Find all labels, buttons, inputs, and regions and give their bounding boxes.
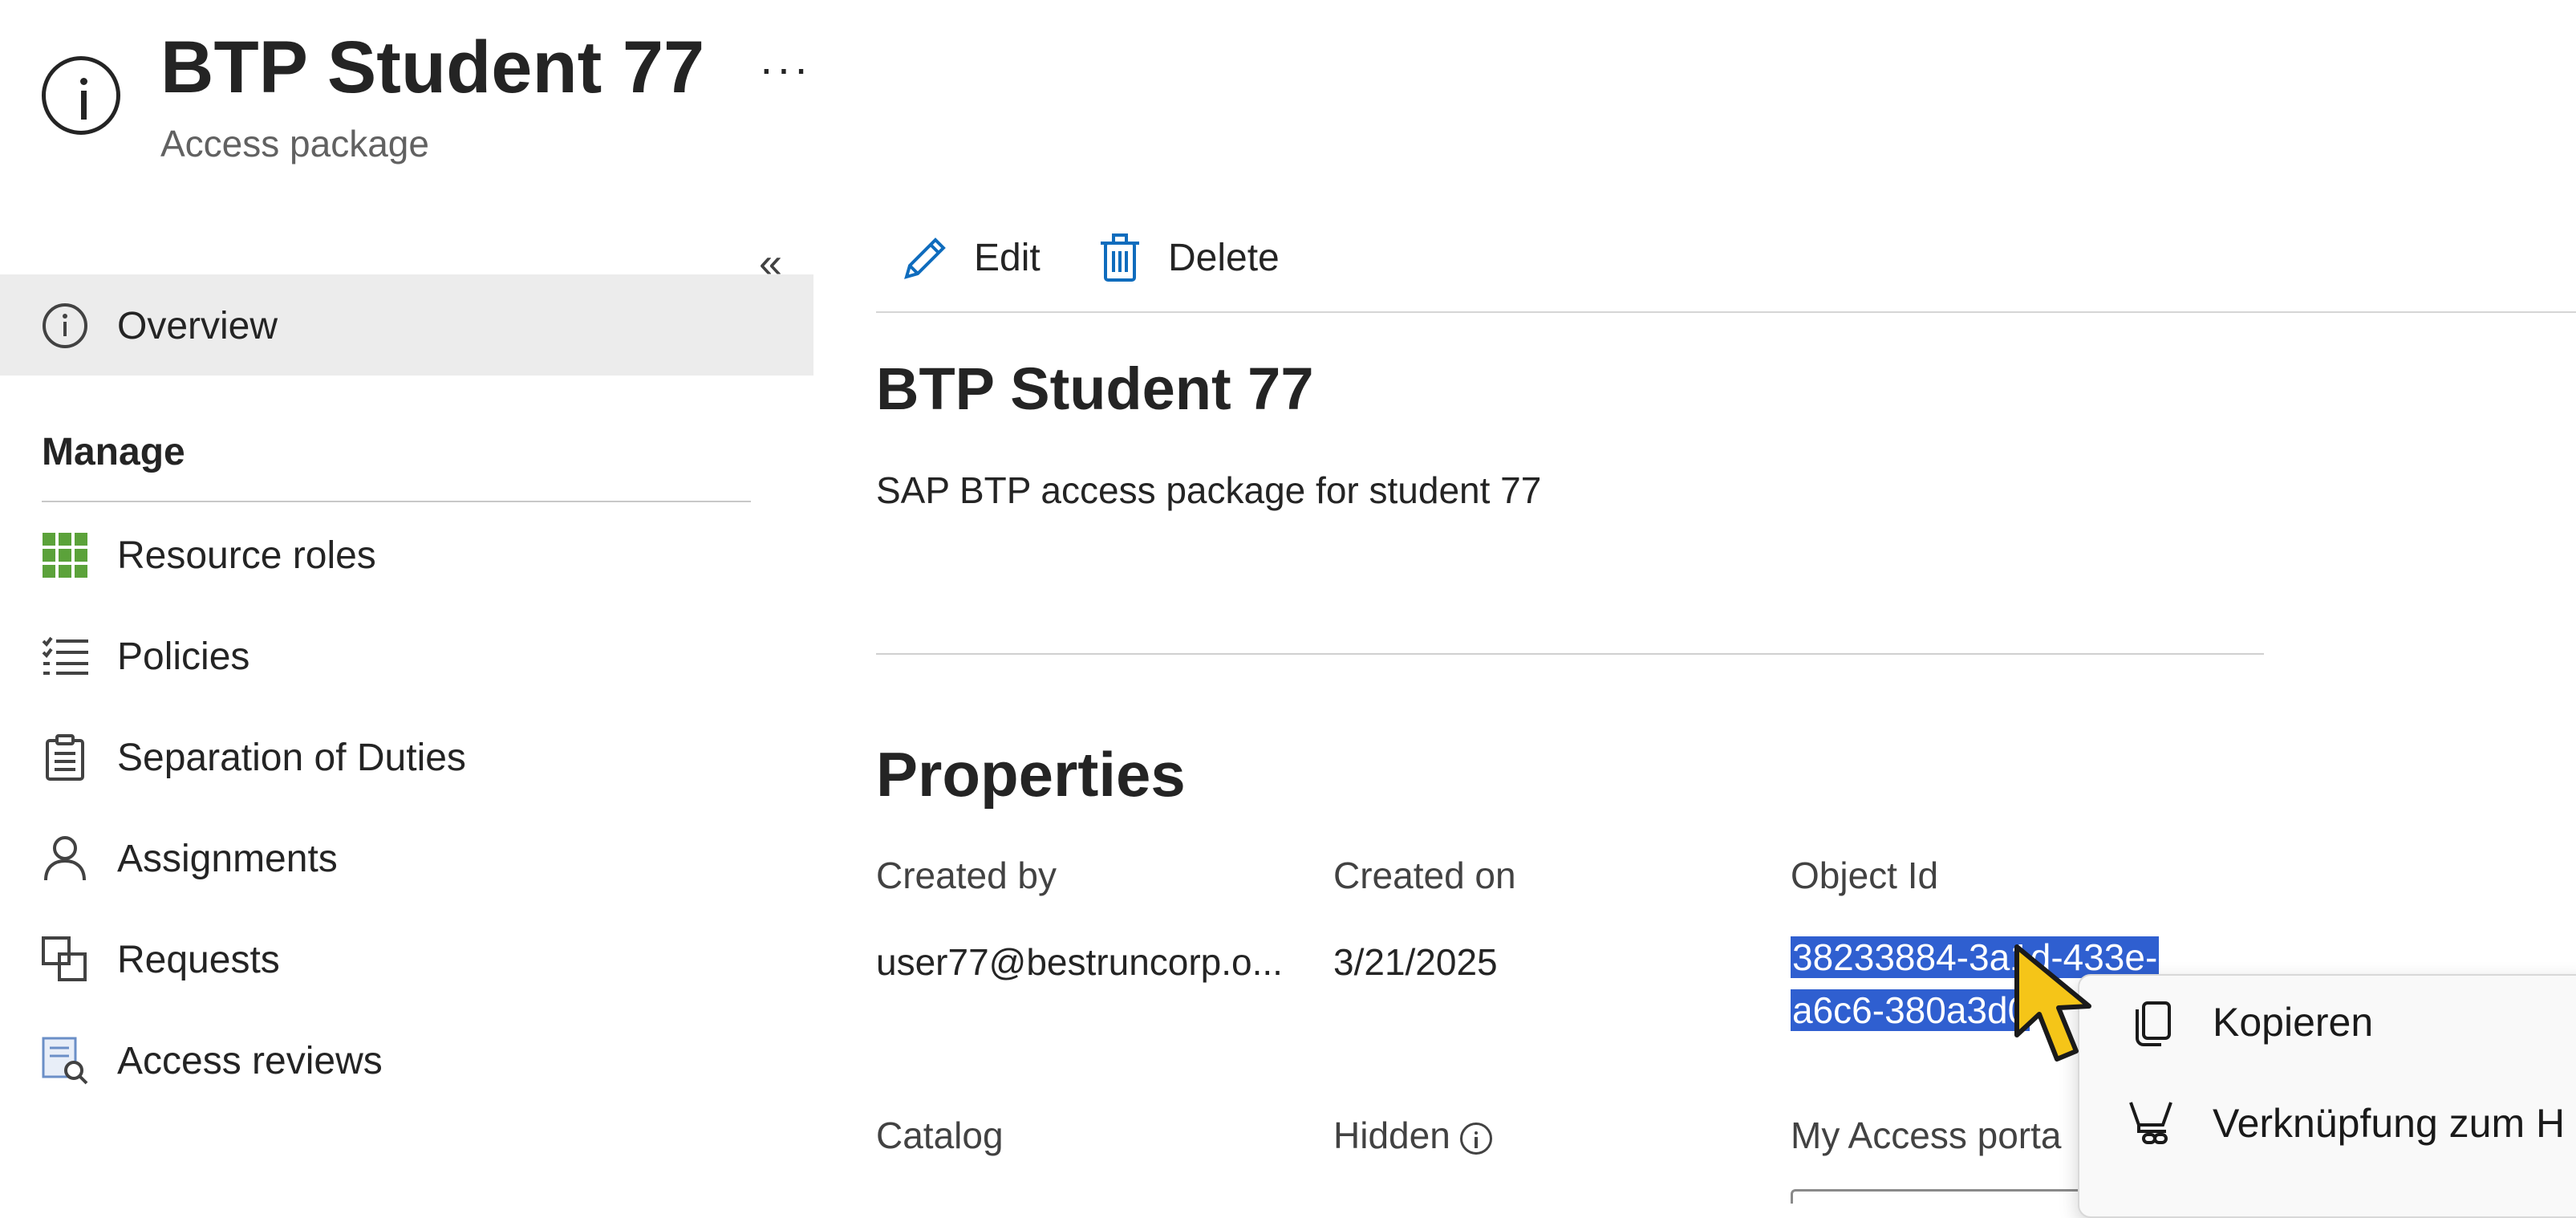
created-on-value: 3/21/2025 [1333, 941, 1498, 983]
edit-button[interactable]: Edit [900, 233, 1041, 282]
package-title: BTP Student 77 [876, 355, 1314, 422]
info-icon [42, 302, 88, 349]
grid-icon [42, 532, 88, 579]
copy-menu-item[interactable]: Kopieren [2126, 990, 2373, 1054]
my-access-portal-label: My Access porta [1791, 1114, 2062, 1156]
hidden-label-row: Hidden [1333, 1114, 1492, 1157]
my-access-portal-link-field[interactable] [1791, 1189, 2112, 1204]
trash-icon [1101, 233, 1139, 282]
link-label: Verknüpfung zum H [2213, 1101, 2566, 1146]
object-id-label: Object Id [1791, 855, 1939, 896]
sidebar-item-label: Policies [117, 635, 250, 678]
page-title: BTP Student 77 [160, 26, 705, 108]
context-menu: Kopieren Verknüpfung zum H [2078, 974, 2576, 1218]
copy-label: Kopieren [2213, 1000, 2374, 1045]
sidebar-item-assignments[interactable]: Assignments [42, 826, 338, 891]
sidebar-item-label: Requests [117, 938, 280, 981]
sidebar-item-label: Assignments [117, 837, 338, 880]
sidebar-item-requests[interactable]: Requests [42, 928, 280, 992]
edit-label: Edit [974, 236, 1041, 279]
link-to-highlight-menu-item[interactable]: Verknüpfung zum H [2126, 1091, 2565, 1155]
created-by-value: user77@bestruncorp.o... [876, 941, 1283, 983]
divider [42, 501, 751, 502]
link-highlight-icon [2129, 1102, 2172, 1144]
sidebar-item-access-reviews[interactable]: Access reviews [42, 1029, 383, 1093]
sidebar-item-resource-roles[interactable]: Resource roles [42, 523, 376, 587]
clipboard-icon [42, 734, 88, 781]
copy-icon [2136, 1001, 2171, 1046]
delete-button[interactable]: Delete [1094, 233, 1280, 282]
sidebar-item-separation-of-duties[interactable]: Separation of Duties [42, 725, 466, 790]
package-description: SAP BTP access package for student 77 [876, 469, 1542, 511]
toolbar-divider [876, 311, 2576, 313]
info-icon[interactable] [1459, 1122, 1492, 1155]
sidebar-item-label: Separation of Duties [117, 736, 466, 779]
properties-heading: Properties [876, 739, 1186, 810]
cursor-icon [2014, 944, 2091, 1062]
sidebar-item-label: Resource roles [117, 534, 376, 577]
requests-icon [42, 936, 88, 983]
person-icon [42, 835, 88, 882]
created-by-label: Created by [876, 855, 1057, 896]
page-subtitle: Access package [160, 123, 429, 164]
sidebar-item-label: Access reviews [117, 1039, 383, 1082]
created-on-label: Created on [1333, 855, 1516, 896]
info-icon [42, 56, 120, 135]
catalog-label: Catalog [876, 1114, 1004, 1156]
more-options-button[interactable]: ··· [759, 42, 811, 94]
pencil-icon [904, 238, 946, 279]
sidebar-item-overview-row[interactable]: Overview [42, 294, 278, 358]
hidden-label: Hidden [1333, 1114, 1450, 1156]
divider [876, 653, 2264, 655]
object-id-line-2: a6c6-380a3d0 [1791, 989, 2030, 1031]
delete-label: Delete [1168, 236, 1280, 279]
sidebar-item-label: Overview [117, 304, 278, 347]
checklist-icon [42, 633, 88, 680]
sidebar-item-policies[interactable]: Policies [42, 624, 249, 688]
review-icon [42, 1037, 88, 1085]
manage-heading: Manage [42, 431, 185, 473]
